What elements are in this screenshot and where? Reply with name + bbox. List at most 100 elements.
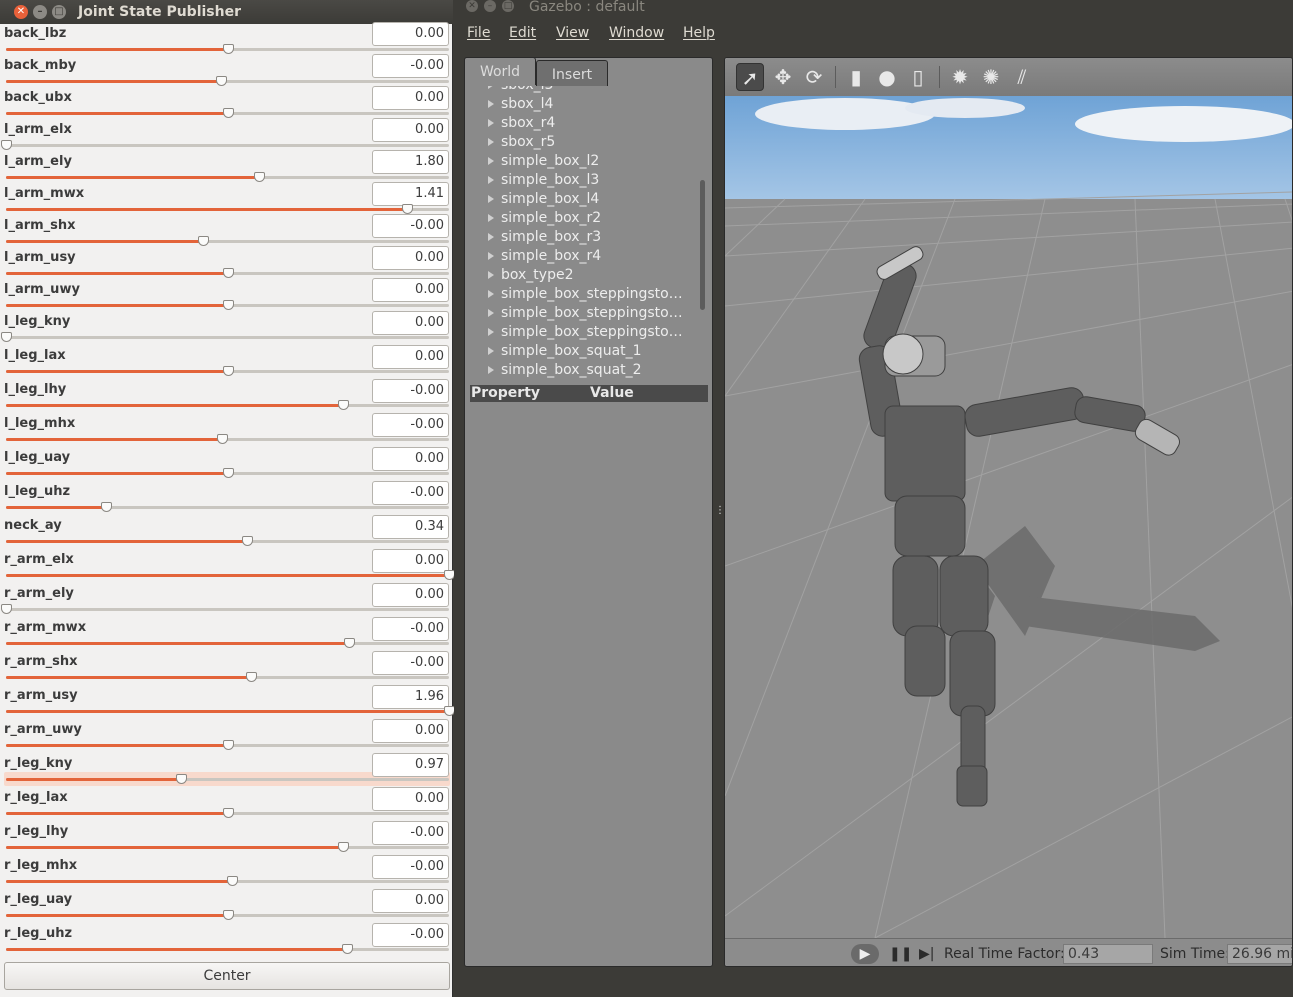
joint-slider[interactable] [6, 910, 449, 920]
expand-arrow-icon[interactable] [488, 347, 494, 355]
menu-file[interactable]: File [467, 25, 490, 41]
joint-slider[interactable] [6, 172, 449, 182]
expand-arrow-icon[interactable] [488, 176, 494, 184]
joint-value-field[interactable]: -0.00 [372, 821, 449, 845]
slider-handle[interactable] [222, 366, 234, 376]
joint-slider[interactable] [6, 468, 449, 478]
joint-value-field[interactable]: 0.00 [372, 719, 449, 743]
joint-value-field[interactable]: 0.00 [372, 787, 449, 811]
joint-slider[interactable] [6, 434, 449, 444]
tree-item[interactable]: simple_box_l3 [488, 172, 599, 188]
expand-arrow-icon[interactable] [488, 157, 494, 165]
joint-slider[interactable] [1, 604, 449, 614]
slider-handle[interactable] [1, 332, 12, 342]
tree-item[interactable]: simple_box_squat_2 [488, 362, 642, 378]
point-light-icon[interactable]: ✹ [946, 63, 974, 91]
joint-value-field[interactable]: -0.00 [372, 651, 449, 675]
slider-handle[interactable] [222, 300, 234, 310]
slider-handle[interactable] [253, 172, 265, 182]
tree-item[interactable]: box_type2 [488, 267, 574, 283]
close-icon[interactable]: ✕ [466, 0, 478, 12]
expand-arrow-icon[interactable] [488, 119, 494, 127]
joint-slider[interactable] [6, 944, 449, 954]
joint-value-field[interactable]: 0.00 [372, 889, 449, 913]
slider-handle[interactable] [1, 140, 12, 150]
joint-value-field[interactable]: 0.00 [372, 345, 449, 369]
joint-slider[interactable] [6, 204, 449, 214]
tree-item[interactable]: simple_box_r2 [488, 210, 601, 226]
tree-item[interactable]: simple_box_squat_1 [488, 343, 642, 359]
tree-item[interactable]: sbox_l3 [488, 86, 553, 93]
tab-world[interactable]: World [464, 57, 536, 85]
joint-value-field[interactable]: 0.00 [372, 22, 449, 46]
joint-value-field[interactable]: -0.00 [372, 413, 449, 437]
joint-value-field[interactable]: 0.00 [372, 583, 449, 607]
menu-edit[interactable]: Edit [509, 25, 536, 41]
slider-handle[interactable] [342, 944, 354, 954]
slider-handle[interactable] [1, 604, 12, 614]
tree-item[interactable]: simple_box_l4 [488, 191, 599, 207]
expand-arrow-icon[interactable] [488, 195, 494, 203]
joint-slider[interactable] [6, 76, 449, 86]
sphere-shape-icon[interactable]: ● [873, 63, 901, 91]
joint-slider[interactable] [6, 300, 449, 310]
joint-value-field[interactable]: -0.00 [372, 214, 449, 238]
slider-handle[interactable] [401, 204, 413, 214]
slider-handle[interactable] [222, 108, 234, 118]
tree-item[interactable]: sbox_l4 [488, 96, 553, 112]
joint-value-field[interactable]: 0.00 [372, 549, 449, 573]
joint-value-field[interactable]: -0.00 [372, 379, 449, 403]
box-shape-icon[interactable]: ▮ [842, 63, 870, 91]
tree-item[interactable]: simple_box_r4 [488, 248, 601, 264]
joint-slider[interactable] [6, 774, 449, 784]
slider-handle[interactable] [198, 236, 210, 246]
expand-arrow-icon[interactable] [488, 252, 494, 260]
joint-slider[interactable] [6, 236, 449, 246]
slider-handle[interactable] [100, 502, 112, 512]
joint-value-field[interactable]: 0.00 [372, 246, 449, 270]
minimize-icon[interactable]: – [484, 0, 496, 12]
directional-light-icon[interactable]: ⫽ [1008, 63, 1036, 91]
joint-value-field[interactable]: 0.00 [372, 311, 449, 335]
tree-item[interactable]: simple_box_r3 [488, 229, 601, 245]
tree-scrollbar[interactable] [700, 180, 705, 310]
expand-arrow-icon[interactable] [488, 290, 494, 298]
maximize-icon[interactable]: □ [502, 0, 514, 12]
slider-handle[interactable] [222, 740, 234, 750]
tree-item[interactable]: simple_box_steppingsto… [488, 286, 683, 302]
slider-handle[interactable] [222, 44, 234, 54]
joint-value-field[interactable]: 0.00 [372, 118, 449, 142]
menu-help[interactable]: Help [683, 25, 715, 41]
menu-view[interactable]: View [556, 25, 589, 41]
slider-handle[interactable] [222, 808, 234, 818]
tree-item[interactable]: sbox_r4 [488, 115, 555, 131]
maximize-icon[interactable]: □ [52, 5, 66, 19]
joint-slider[interactable] [6, 706, 455, 716]
expand-arrow-icon[interactable] [488, 328, 494, 336]
slider-handle[interactable] [222, 468, 234, 478]
slider-handle[interactable] [344, 638, 356, 648]
slider-handle[interactable] [222, 268, 234, 278]
joint-slider[interactable] [6, 536, 449, 546]
joint-value-field[interactable]: 0.97 [372, 753, 449, 777]
joint-value-field[interactable]: -0.00 [372, 923, 449, 947]
panel-splitter[interactable]: ⋮ [715, 505, 725, 519]
slider-handle[interactable] [216, 434, 228, 444]
joint-slider[interactable] [1, 140, 449, 150]
joint-slider[interactable] [6, 740, 449, 750]
slider-handle[interactable] [242, 536, 254, 546]
joint-value-field[interactable]: -0.00 [372, 54, 449, 78]
joint-value-field[interactable]: 0.00 [372, 86, 449, 110]
joint-slider[interactable] [6, 502, 449, 512]
spot-light-icon[interactable]: ✺ [977, 63, 1005, 91]
center-button[interactable]: Center [4, 962, 450, 990]
play-icon[interactable]: ▶ [851, 944, 879, 964]
joint-slider[interactable] [6, 268, 449, 278]
joint-slider[interactable] [6, 842, 449, 852]
tree-item[interactable]: sbox_r5 [488, 134, 555, 150]
joint-value-field[interactable]: -0.00 [372, 617, 449, 641]
slider-handle[interactable] [337, 400, 349, 410]
joint-slider[interactable] [6, 672, 449, 682]
close-icon[interactable]: ✕ [14, 5, 28, 19]
joint-slider[interactable] [6, 400, 449, 410]
